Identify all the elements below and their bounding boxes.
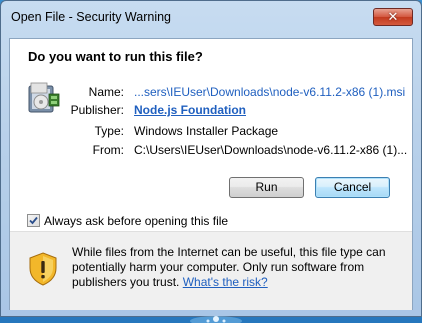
checkmark-icon — [29, 216, 38, 225]
type-label: Type: — [94, 124, 124, 138]
close-icon: ✕ — [387, 9, 399, 24]
from-label: From: — [92, 143, 124, 157]
warning-section: While files from the Internet can be use… — [10, 231, 412, 310]
security-shield-warning-icon — [29, 252, 57, 286]
cancel-button[interactable]: Cancel — [315, 177, 390, 198]
title-bar[interactable]: Open File - Security Warning ✕ — [1, 1, 421, 31]
close-button[interactable]: ✕ — [373, 8, 413, 26]
dialog-body: Do you want to run this file? Name: ...s… — [9, 38, 413, 310]
whats-the-risk-link[interactable]: What's the risk? — [183, 275, 268, 289]
file-name-link[interactable]: ...sers\IEUser\Downloads\node-v6.11.2-x8… — [134, 85, 405, 99]
dialog-title: Open File - Security Warning — [11, 10, 172, 24]
file-type-value: Windows Installer Package — [134, 124, 279, 138]
name-label: Name: — [88, 85, 124, 99]
source-path-value: C:\Users\IEUser\Downloads\node-v6.11.2-x… — [134, 143, 408, 157]
warning-message: While files from the Internet can be use… — [72, 245, 402, 290]
security-warning-dialog: Open File - Security Warning ✕ Do you wa… — [0, 0, 422, 317]
run-question-heading: Do you want to run this file? — [28, 49, 203, 64]
publisher-label: Publisher: — [70, 103, 124, 117]
always-ask-checkbox[interactable] — [27, 214, 40, 227]
desktop-decoration — [190, 316, 242, 323]
always-ask-label[interactable]: Always ask before opening this file — [44, 214, 228, 228]
publisher-link[interactable]: Node.js Foundation — [134, 103, 246, 117]
run-button[interactable]: Run — [229, 177, 304, 198]
